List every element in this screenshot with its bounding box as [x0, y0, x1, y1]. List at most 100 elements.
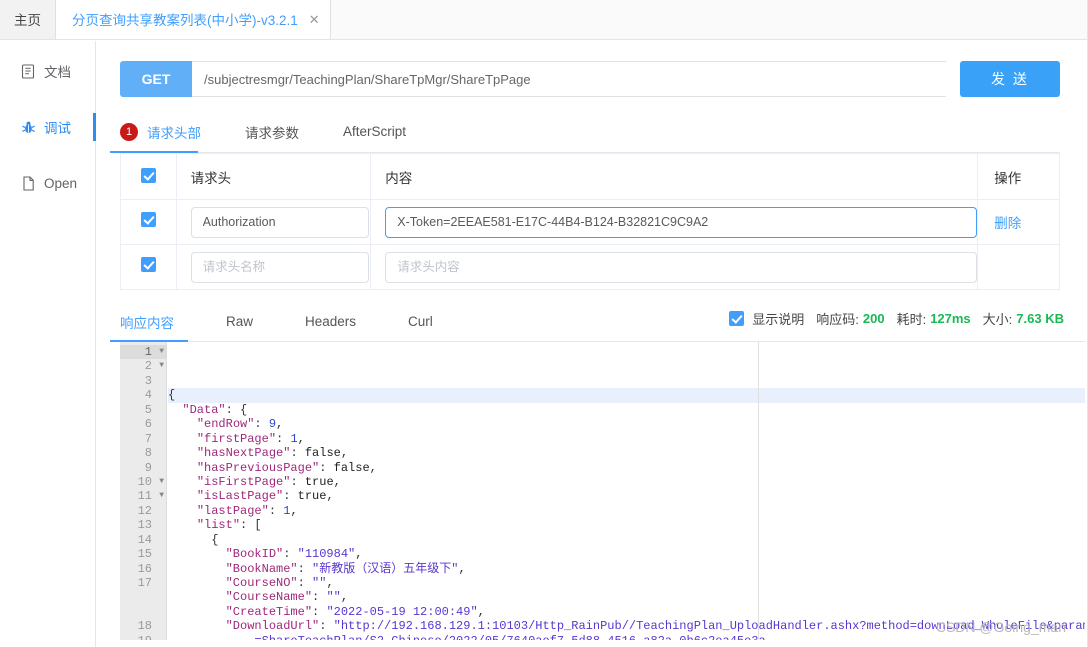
main-panel: GET 发 送 1 请求头部 请求参数 AfterScript	[97, 41, 1087, 647]
code-line: "isFirstPage": true,	[196, 474, 341, 489]
tab-response-headers-label: Headers	[305, 314, 357, 329]
line-number: 11 ▼	[137, 489, 164, 504]
row-checkbox[interactable]	[140, 257, 156, 272]
code-line: "hasPreviousPage": false,	[196, 460, 377, 475]
code-line: "firstPage": 1,	[196, 431, 305, 446]
line-number: 12	[137, 503, 152, 518]
header-value-input-empty[interactable]	[385, 251, 978, 283]
print-margin-ruler	[758, 342, 759, 640]
size-label: 大小:	[982, 312, 1013, 327]
api-debug-window: 主页 分页查询共享教案列表(中小学)-v3.2.1 ✕ 文档 调试 Open G…	[0, 0, 1088, 647]
delete-header-button[interactable]: 删除	[994, 216, 1021, 231]
tab-response-curl[interactable]: Curl	[408, 302, 433, 341]
code-line: "endRow": 9,	[196, 417, 284, 432]
tab-after-script[interactable]: AfterScript	[343, 111, 406, 152]
fold-toggle-icon[interactable]: ▼	[159, 345, 164, 359]
line-number-gutter: 1▼2▼345678910▼11▼121314151617181920	[120, 342, 167, 640]
line-number: 7	[144, 431, 152, 446]
line-number: 16	[137, 561, 152, 576]
code-line: "isLastPage": true,	[196, 489, 334, 504]
status-code-value: 200	[862, 311, 885, 326]
request-tabs: 1 请求头部 请求参数 AfterScript	[110, 111, 1060, 153]
column-header-action: 操作	[977, 153, 1060, 200]
response-tabs: 响应内容 Raw Headers Curl 显示说明 响应码: 200 耗时: …	[110, 302, 1085, 342]
row-select-cell	[120, 199, 177, 245]
tab-bar: 主页 分页查询共享教案列表(中小学)-v3.2.1 ✕	[0, 0, 1087, 40]
response-code-editor[interactable]: 1▼2▼345678910▼11▼121314151617181920 { "D…	[120, 342, 1085, 640]
show-description-checkbox[interactable]	[729, 311, 745, 326]
tab-response-headers[interactable]: Headers	[305, 302, 356, 341]
code-line: "Data": {	[182, 402, 248, 417]
tab-share-tp-page[interactable]: 分页查询共享教案列表(中小学)-v3.2.1 ✕	[56, 0, 331, 39]
line-number: 1 ▼	[120, 345, 166, 360]
tab-request-params-label: 请求参数	[245, 125, 299, 141]
http-method-button[interactable]: GET	[120, 61, 192, 97]
select-all-checkbox[interactable]	[140, 167, 156, 183]
line-number: 14	[137, 532, 152, 547]
line-number	[120, 605, 166, 619]
elapsed-value: 127ms	[930, 311, 971, 326]
sidebar: 文档 调试 Open	[0, 41, 96, 647]
request-url-row: GET 发 送	[120, 61, 1060, 97]
sidebar-item-open-label: Open	[44, 175, 78, 191]
code-line: "BookName": "新教版（汉语）五年级下",	[225, 561, 466, 576]
tab-home[interactable]: 主页	[0, 0, 56, 39]
select-all-cell	[120, 153, 177, 200]
table-row	[120, 244, 1060, 290]
tab-active-label: 分页查询共享教案列表(中小学)-v3.2.1	[72, 13, 298, 28]
fold-toggle-icon[interactable]: ▼	[159, 475, 164, 489]
code-line: {	[168, 388, 1085, 403]
tab-response-curl-label: Curl	[408, 314, 433, 329]
table-header-row: 请求头 内容 操作	[120, 153, 1060, 200]
sidebar-item-open[interactable]: Open	[0, 163, 95, 203]
line-number: 19	[120, 634, 166, 640]
column-header-value: 内容	[370, 153, 979, 200]
code-line: "CourseName": "",	[225, 590, 349, 605]
header-name-input[interactable]	[190, 206, 369, 238]
line-number: 3	[144, 373, 152, 388]
fold-toggle-icon[interactable]: ▼	[159, 359, 164, 373]
header-count-badge: 1	[120, 122, 138, 141]
code-line: {	[211, 532, 219, 547]
sidebar-item-debug[interactable]: 调试	[0, 107, 96, 147]
bug-icon	[20, 119, 36, 135]
code-line: "CourseNO": "",	[225, 576, 334, 591]
row-checkbox[interactable]	[140, 212, 156, 227]
sidebar-item-debug-label: 调试	[44, 121, 71, 136]
watermark: CSDN @Going_man	[935, 619, 1066, 635]
line-number: 13	[137, 518, 152, 533]
sidebar-item-document[interactable]: 文档	[0, 51, 95, 91]
send-button[interactable]: 发 送	[960, 61, 1060, 97]
header-value-input[interactable]	[385, 206, 978, 238]
code-line: "list": [	[196, 518, 262, 533]
elapsed-label: 耗时:	[896, 312, 927, 327]
line-number: 10 ▼	[137, 474, 164, 489]
tab-response-raw[interactable]: Raw	[226, 302, 253, 341]
code-line: "BookID": "110984",	[225, 547, 363, 562]
tab-after-script-label: AfterScript	[343, 124, 407, 139]
line-number: 6	[144, 417, 152, 432]
line-number: 17	[137, 576, 152, 590]
size-value: 7.63 KB	[1016, 311, 1064, 326]
code-content[interactable]: { "Data": { "endRow": 9, "firstPage": 1,…	[168, 342, 1085, 640]
line-number: 8	[144, 446, 152, 461]
header-name-input-empty[interactable]	[190, 251, 369, 283]
tab-request-headers-label: 请求头部	[147, 125, 201, 141]
tab-response-body[interactable]: 响应内容	[110, 302, 188, 342]
fold-toggle-icon[interactable]: ▼	[159, 489, 164, 503]
close-icon[interactable]: ✕	[309, 13, 320, 26]
show-description-label: 显示说明	[752, 312, 805, 327]
tab-request-headers[interactable]: 1 请求头部	[110, 111, 201, 153]
tab-response-raw-label: Raw	[226, 314, 254, 329]
line-number: 5	[144, 402, 152, 417]
tab-response-body-label: 响应内容	[120, 315, 174, 331]
code-line: "hasNextPage": false,	[196, 446, 349, 461]
request-url-input[interactable]	[192, 61, 946, 97]
document-icon	[20, 63, 36, 79]
tab-home-label: 主页	[14, 13, 41, 28]
line-number	[120, 590, 166, 604]
line-number: 4	[144, 388, 152, 403]
code-line: "lastPage": 1,	[196, 503, 298, 518]
code-line: "CreateTime": "2022-05-19 12:00:49",	[225, 604, 485, 619]
tab-request-params[interactable]: 请求参数	[245, 111, 299, 152]
